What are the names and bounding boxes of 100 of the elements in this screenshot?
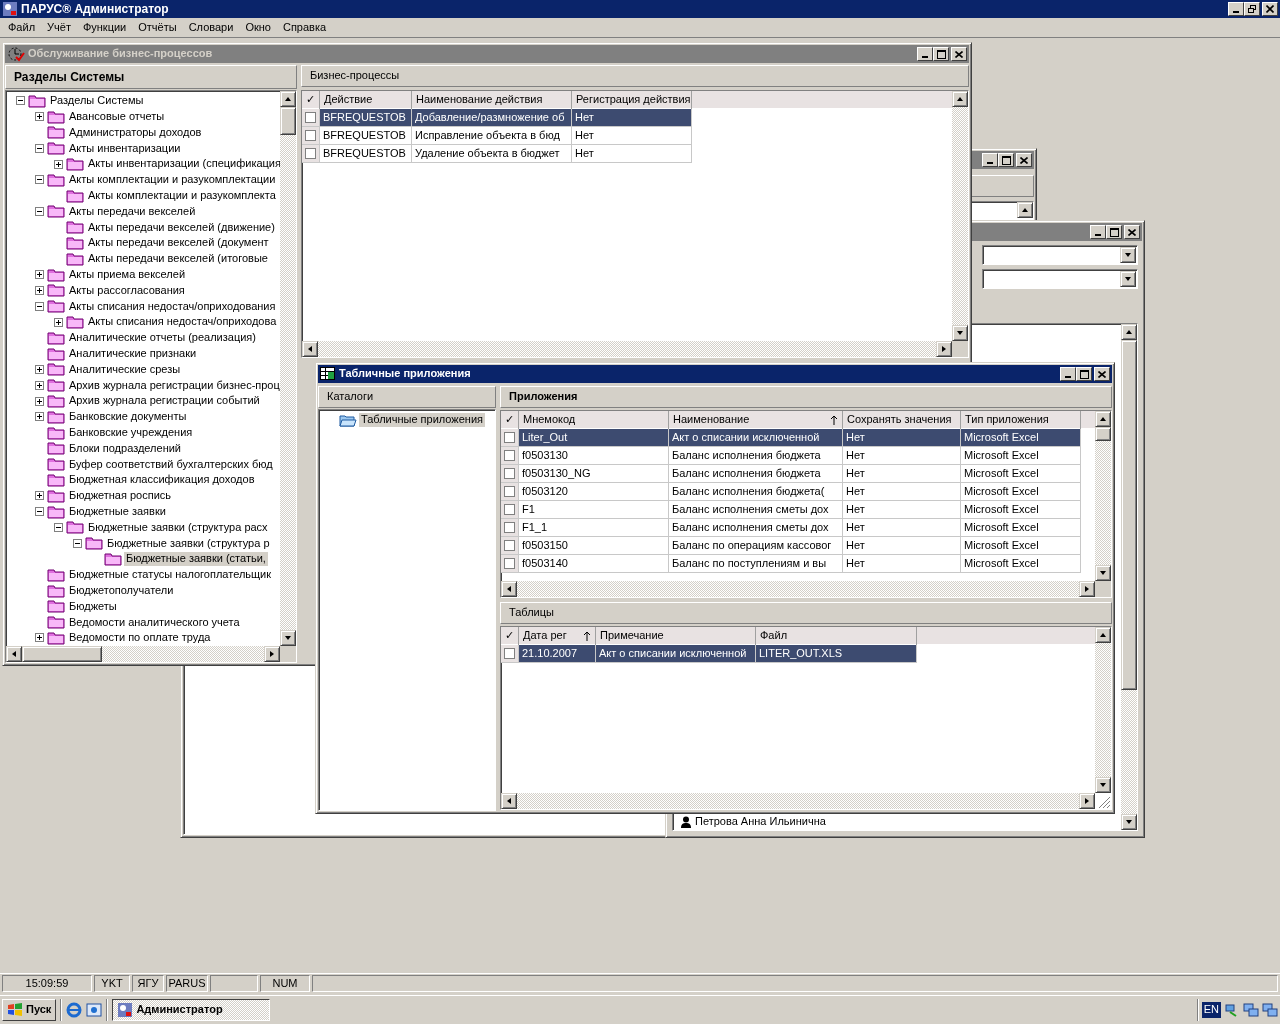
dropdown-button[interactable] <box>1120 247 1136 263</box>
tree-item[interactable]: Табличные приложения <box>359 413 485 427</box>
tree-item[interactable]: Авансовые отчеты <box>67 110 167 124</box>
expand-toggle[interactable] <box>54 317 63 327</box>
close-button[interactable] <box>1262 2 1278 16</box>
tree-item[interactable]: Аналитические срезы <box>67 362 183 377</box>
tree-item[interactable]: Бюджетные заявки (структура расх <box>86 520 270 534</box>
language-indicator[interactable]: EN <box>1201 1002 1221 1018</box>
tree-item[interactable]: Акты рассогласования <box>67 283 187 298</box>
minimize-button[interactable] <box>1090 225 1106 239</box>
minimize-button[interactable] <box>1228 2 1244 16</box>
start-button[interactable]: Пуск <box>2 999 57 1021</box>
collapse-toggle[interactable] <box>35 507 44 517</box>
scroll-left-button[interactable] <box>501 581 517 597</box>
scroll-right-button[interactable] <box>1079 793 1095 809</box>
expand-toggle[interactable] <box>35 364 44 374</box>
scrollbar-thumb[interactable] <box>1095 427 1111 441</box>
collapse-toggle[interactable] <box>54 522 63 532</box>
tree-item[interactable]: Акты передачи векселей <box>67 204 198 219</box>
checkbox[interactable] <box>305 148 316 159</box>
close-button[interactable] <box>951 47 967 61</box>
tree-item[interactable]: Блоки подразделений <box>67 441 183 455</box>
scroll-down-button[interactable] <box>1095 565 1111 581</box>
checkbox[interactable] <box>504 486 515 497</box>
expand-toggle[interactable] <box>54 159 63 169</box>
maximize-button[interactable] <box>933 47 949 61</box>
dropdown-field[interactable] <box>982 269 1138 289</box>
tree-item[interactable]: Акты инвентаризации (спецификация <box>86 157 280 171</box>
quick-launch-button[interactable] <box>66 1002 83 1018</box>
minimize-button[interactable] <box>1060 367 1076 381</box>
tree-item[interactable]: Архив журнала регистрации бизнес-проц <box>67 378 280 392</box>
collapse-toggle[interactable] <box>35 143 44 153</box>
close-button[interactable] <box>1124 225 1140 239</box>
tree-item[interactable]: Архив журнала регистрации событий <box>67 394 262 408</box>
menu-item[interactable]: Окно <box>239 19 277 36</box>
scroll-left-button[interactable] <box>6 646 22 662</box>
close-button[interactable] <box>1094 367 1110 381</box>
tree-item[interactable]: Бюджетные заявки <box>67 505 168 519</box>
scroll-right-button[interactable] <box>1079 581 1095 597</box>
collapse-toggle[interactable] <box>35 175 44 185</box>
checkbox[interactable] <box>504 432 515 443</box>
tree-item[interactable]: Аналитические признаки <box>67 347 199 361</box>
collapse-toggle[interactable] <box>35 206 44 216</box>
tree-item[interactable]: Банковские документы <box>67 410 189 424</box>
scrollbar-thumb[interactable] <box>280 107 296 135</box>
tree-item[interactable]: Бюджетные статусы налогоплательщик <box>67 568 274 582</box>
menu-item[interactable]: Отчёты <box>132 19 183 36</box>
scroll-down-button[interactable] <box>952 325 968 341</box>
scroll-down-button[interactable] <box>1095 777 1111 793</box>
collapse-toggle[interactable] <box>73 538 82 548</box>
scroll-up-button[interactable] <box>280 91 296 107</box>
dropdown-button[interactable] <box>1120 271 1136 287</box>
tree-item[interactable]: Акты комплектации и разукомплекта <box>86 189 278 203</box>
expand-toggle[interactable] <box>35 112 44 122</box>
tree-item[interactable]: Разделы Системы <box>48 94 146 108</box>
checkbox[interactable] <box>504 450 515 461</box>
tree-item[interactable]: Акты передачи векселей (движение) <box>86 220 277 234</box>
menu-item[interactable]: Справка <box>276 19 333 36</box>
quick-launch-button[interactable] <box>86 1002 103 1018</box>
close-button[interactable] <box>1016 153 1032 167</box>
expand-toggle[interactable] <box>35 633 44 643</box>
tree-item[interactable]: Акты списания недостач/оприходова <box>86 315 279 329</box>
menu-item[interactable]: Учёт <box>41 19 77 36</box>
scroll-left-button[interactable] <box>501 793 517 809</box>
minimize-button[interactable] <box>982 153 998 167</box>
scroll-up-button[interactable] <box>1121 324 1137 340</box>
expand-toggle[interactable] <box>35 396 44 406</box>
tree-item[interactable]: Бюджетополучатели <box>67 584 176 598</box>
scroll-left-button[interactable] <box>302 341 318 357</box>
checkbox[interactable] <box>504 648 515 659</box>
collapse-toggle[interactable] <box>35 301 44 311</box>
minimize-button[interactable] <box>917 47 933 61</box>
maximize-button[interactable] <box>998 153 1014 167</box>
menu-item[interactable]: Словари <box>182 19 240 36</box>
checkbox[interactable] <box>504 540 515 551</box>
tree-item[interactable]: Акты списания недостач/оприходования <box>67 299 278 313</box>
collapse-toggle[interactable] <box>16 96 25 106</box>
tree-item[interactable]: Акты приема векселей <box>67 268 188 282</box>
taskbar-button[interactable]: Администратор <box>112 999 271 1021</box>
dropdown-field[interactable] <box>982 245 1138 265</box>
tree-item[interactable]: Бюджетная роспись <box>67 489 174 503</box>
checkbox[interactable] <box>504 468 515 479</box>
tree-item[interactable]: Акты инвентаризации <box>67 141 183 155</box>
expand-toggle[interactable] <box>35 412 44 422</box>
scroll-up-button[interactable] <box>1017 202 1033 218</box>
scroll-right-button[interactable] <box>264 646 280 662</box>
tree-item[interactable]: Ведомости аналитического учета <box>67 615 242 629</box>
checkbox[interactable] <box>305 130 316 141</box>
tree-item[interactable]: Аналитические отчеты (реализация) <box>67 331 258 345</box>
checkbox[interactable] <box>504 558 515 569</box>
restore-button[interactable] <box>1244 2 1260 16</box>
scroll-up-button[interactable] <box>1095 411 1111 427</box>
tree-item[interactable]: Администраторы доходов <box>67 125 204 140</box>
list-item[interactable]: Петрова Анна Ильинична <box>695 815 826 829</box>
tree-item[interactable]: Акты передачи векселей (итоговые <box>86 252 270 266</box>
tree-item[interactable]: Бюджетная классификация доходов <box>67 473 257 487</box>
tree-item[interactable]: Акты комплектации и разукомплектации <box>67 173 278 187</box>
expand-toggle[interactable] <box>35 491 44 501</box>
tree-item[interactable]: Ведомости по оплате труда <box>67 631 213 645</box>
checkbox[interactable] <box>305 112 316 123</box>
